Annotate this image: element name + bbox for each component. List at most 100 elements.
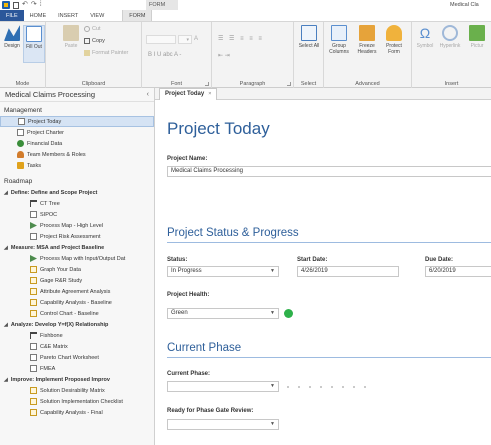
- select-all-button[interactable]: Select All: [298, 25, 320, 49]
- phase-progress-dots: [287, 386, 366, 388]
- customize-qat-icon[interactable]: ⁞: [40, 1, 42, 9]
- nav-item-capability-baseline[interactable]: Capability Analysis - Baseline: [0, 297, 154, 308]
- undo-icon[interactable]: ↶: [22, 1, 28, 9]
- app-title: Medical Cla: [450, 2, 479, 8]
- nav-item-pareto[interactable]: Pareto Chart Worksheet: [0, 352, 154, 363]
- section-current-phase: Current Phase: [167, 342, 242, 354]
- nav-item-project-charter[interactable]: Project Charter: [0, 127, 154, 138]
- content-area: Project Today × Project Today Project Na…: [155, 88, 491, 445]
- gage-icon: [30, 277, 37, 284]
- copy-button[interactable]: Copy: [84, 38, 105, 44]
- picture-icon: [469, 25, 485, 41]
- font-grow-icon[interactable]: A: [194, 36, 198, 42]
- cut-button[interactable]: Cut: [84, 26, 101, 32]
- redo-icon[interactable]: ↷: [31, 1, 37, 9]
- status-select[interactable]: In Progress ▼: [167, 266, 279, 277]
- document-tabs: Project Today ×: [155, 88, 491, 100]
- ribbon-group-select: Select All Select: [294, 22, 324, 88]
- nav-section-management: Management: [4, 107, 42, 114]
- nav-item-project-today[interactable]: Project Today: [0, 116, 154, 127]
- nav-group-improve[interactable]: ◢ Improve: Implement Proposed Improv: [0, 374, 154, 385]
- group-columns-button[interactable]: Group Columns: [328, 25, 350, 55]
- copy-icon: [84, 38, 90, 44]
- paste-button[interactable]: Paste: [60, 25, 82, 49]
- format-painter-icon: [84, 50, 90, 56]
- design-button[interactable]: Design: [1, 25, 23, 49]
- font-dialog-launcher-icon[interactable]: [205, 82, 209, 86]
- group-label-font: Font: [170, 81, 182, 87]
- group-label-clipboard: Clipboard: [81, 81, 106, 87]
- nav-item-gage-rr[interactable]: Gage R&R Study: [0, 275, 154, 286]
- chevron-down-icon: ▼: [270, 421, 275, 427]
- group-label-select: Select: [300, 81, 317, 87]
- hyperlink-button[interactable]: Hyperlink: [439, 25, 461, 49]
- nav-item-attribute-agreement[interactable]: Attribute Agreement Analysis: [0, 286, 154, 297]
- tab-file[interactable]: FILE: [0, 10, 24, 21]
- symbol-button[interactable]: Ω Symbol: [414, 25, 436, 49]
- nav-item-capability-final[interactable]: Capability Analysis - Final: [0, 407, 154, 418]
- nav-group-analyze[interactable]: ◢ Analyze: Develop Y=f(X) Relationship: [0, 319, 154, 330]
- sipoc-icon: [30, 211, 37, 218]
- paste-icon: [63, 25, 79, 41]
- select-all-icon: [301, 25, 317, 41]
- nav-item-graph-your-data[interactable]: Graph Your Data: [0, 264, 154, 275]
- nav-item-solution-checklist[interactable]: Solution Implementation Checklist: [0, 396, 154, 407]
- paragraph-dialog-launcher-icon[interactable]: [287, 82, 291, 86]
- nav-item-financial-data[interactable]: Financial Data: [0, 138, 154, 149]
- format-painter-button[interactable]: Format Painter: [84, 50, 128, 56]
- nav-item-tasks[interactable]: Tasks: [0, 160, 154, 171]
- paragraph-indent-buttons[interactable]: ⇤ ⇥: [218, 52, 230, 59]
- nav-item-sipoc[interactable]: SIPOC: [0, 209, 154, 220]
- save-icon[interactable]: [13, 1, 19, 9]
- paragraph-align-buttons[interactable]: ☰ ☰ ≡ ≡ ≡: [218, 35, 264, 42]
- protect-form-button[interactable]: Protect Form: [383, 25, 405, 55]
- picture-button[interactable]: Pictur: [466, 25, 488, 49]
- collapse-nav-icon[interactable]: ‹: [147, 91, 149, 98]
- current-phase-select[interactable]: ▼: [167, 381, 279, 392]
- group-label-insert: Insert: [444, 81, 459, 87]
- tab-form[interactable]: FORM: [122, 10, 153, 21]
- nav-item-control-chart-baseline[interactable]: Control Chart - Baseline: [0, 308, 154, 319]
- start-date-input[interactable]: 4/26/2019: [297, 266, 399, 277]
- tab-home[interactable]: HOME: [24, 10, 53, 21]
- tab-view[interactable]: VIEW: [84, 10, 110, 21]
- process-map-icon: [30, 222, 37, 229]
- title-bar: ↶ ↷ ⁞ FORM Medical Cla: [0, 0, 491, 10]
- project-name-input[interactable]: Medical Claims Processing: [167, 166, 491, 177]
- capability-icon: [30, 409, 37, 416]
- home-page-icon: [18, 118, 25, 125]
- nav-item-fmea[interactable]: FMEA: [0, 363, 154, 374]
- nav-item-fishbone[interactable]: Fishbone: [0, 330, 154, 341]
- close-tab-icon[interactable]: ×: [208, 89, 211, 100]
- phase-gate-select[interactable]: ▼: [167, 419, 279, 430]
- nav-item-team-members[interactable]: Team Members & Roles: [0, 149, 154, 160]
- phase-dot: [298, 386, 300, 388]
- start-date-label: Start Date:: [297, 257, 328, 263]
- ribbon-group-mode: Design Fill Out Mode: [0, 22, 46, 88]
- nav-item-process-map-high-level[interactable]: Process Map - High Level: [0, 220, 154, 231]
- risk-icon: [30, 233, 37, 240]
- fill-out-icon: [26, 26, 42, 42]
- nav-item-ct-tree[interactable]: CT Tree: [0, 198, 154, 209]
- due-date-input[interactable]: 6/20/2019: [425, 266, 491, 277]
- quick-access-toolbar: ↶ ↷ ⁞: [2, 1, 42, 9]
- font-format-buttons[interactable]: B I U abc A -: [148, 52, 181, 58]
- phase-dot: [342, 386, 344, 388]
- font-name-combo[interactable]: [146, 35, 176, 44]
- freeze-headers-button[interactable]: Freeze Headers: [356, 25, 378, 55]
- nav-header: Medical Claims Processing ‹: [0, 88, 154, 102]
- nav-item-project-risk-assessment[interactable]: Project Risk Assessment: [0, 231, 154, 242]
- fill-out-button[interactable]: Fill Out: [23, 25, 45, 63]
- nav-group-define[interactable]: ◢ Define: Define and Scope Project: [0, 187, 154, 198]
- font-size-combo[interactable]: ▾: [178, 35, 192, 44]
- ribbon-group-insert: Ω Symbol Hyperlink Pictur Insert: [412, 22, 491, 88]
- nav-item-solution-desirability[interactable]: Solution Desirability Matrix: [0, 385, 154, 396]
- nav-item-process-map-io[interactable]: Process Map with Input/Output Dat: [0, 253, 154, 264]
- nav-group-measure[interactable]: ◢ Measure: MSA and Project Baseline: [0, 242, 154, 253]
- project-health-select[interactable]: Green ▼: [167, 308, 279, 319]
- chevron-down-icon: ▼: [270, 268, 275, 274]
- doc-tab-project-today[interactable]: Project Today ×: [159, 88, 218, 100]
- nav-item-ce-matrix[interactable]: C&E Matrix: [0, 341, 154, 352]
- tab-insert[interactable]: INSERT: [52, 10, 84, 21]
- phase-dot: [364, 386, 366, 388]
